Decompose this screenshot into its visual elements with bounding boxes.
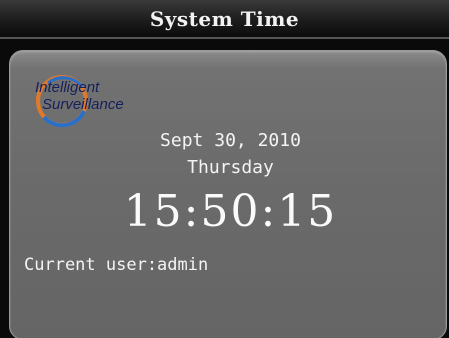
page-title: System Time (149, 7, 300, 31)
time-display: 15:50:15 (123, 186, 338, 237)
weekday-text: Thursday (187, 157, 274, 178)
intelligent-surveillance-logo: Intelligent Surveillance (30, 73, 180, 133)
system-time-screen: System Time Intelligent Surveillance Sep… (0, 0, 449, 338)
current-user-text: Current user:admin (24, 255, 209, 275)
title-bar: System Time (0, 0, 449, 39)
date-text: Sept 30, 2010 (160, 130, 301, 151)
logo-text-line1: Intelligent (35, 79, 100, 96)
logo-text-line2: Surveillance (42, 96, 124, 113)
